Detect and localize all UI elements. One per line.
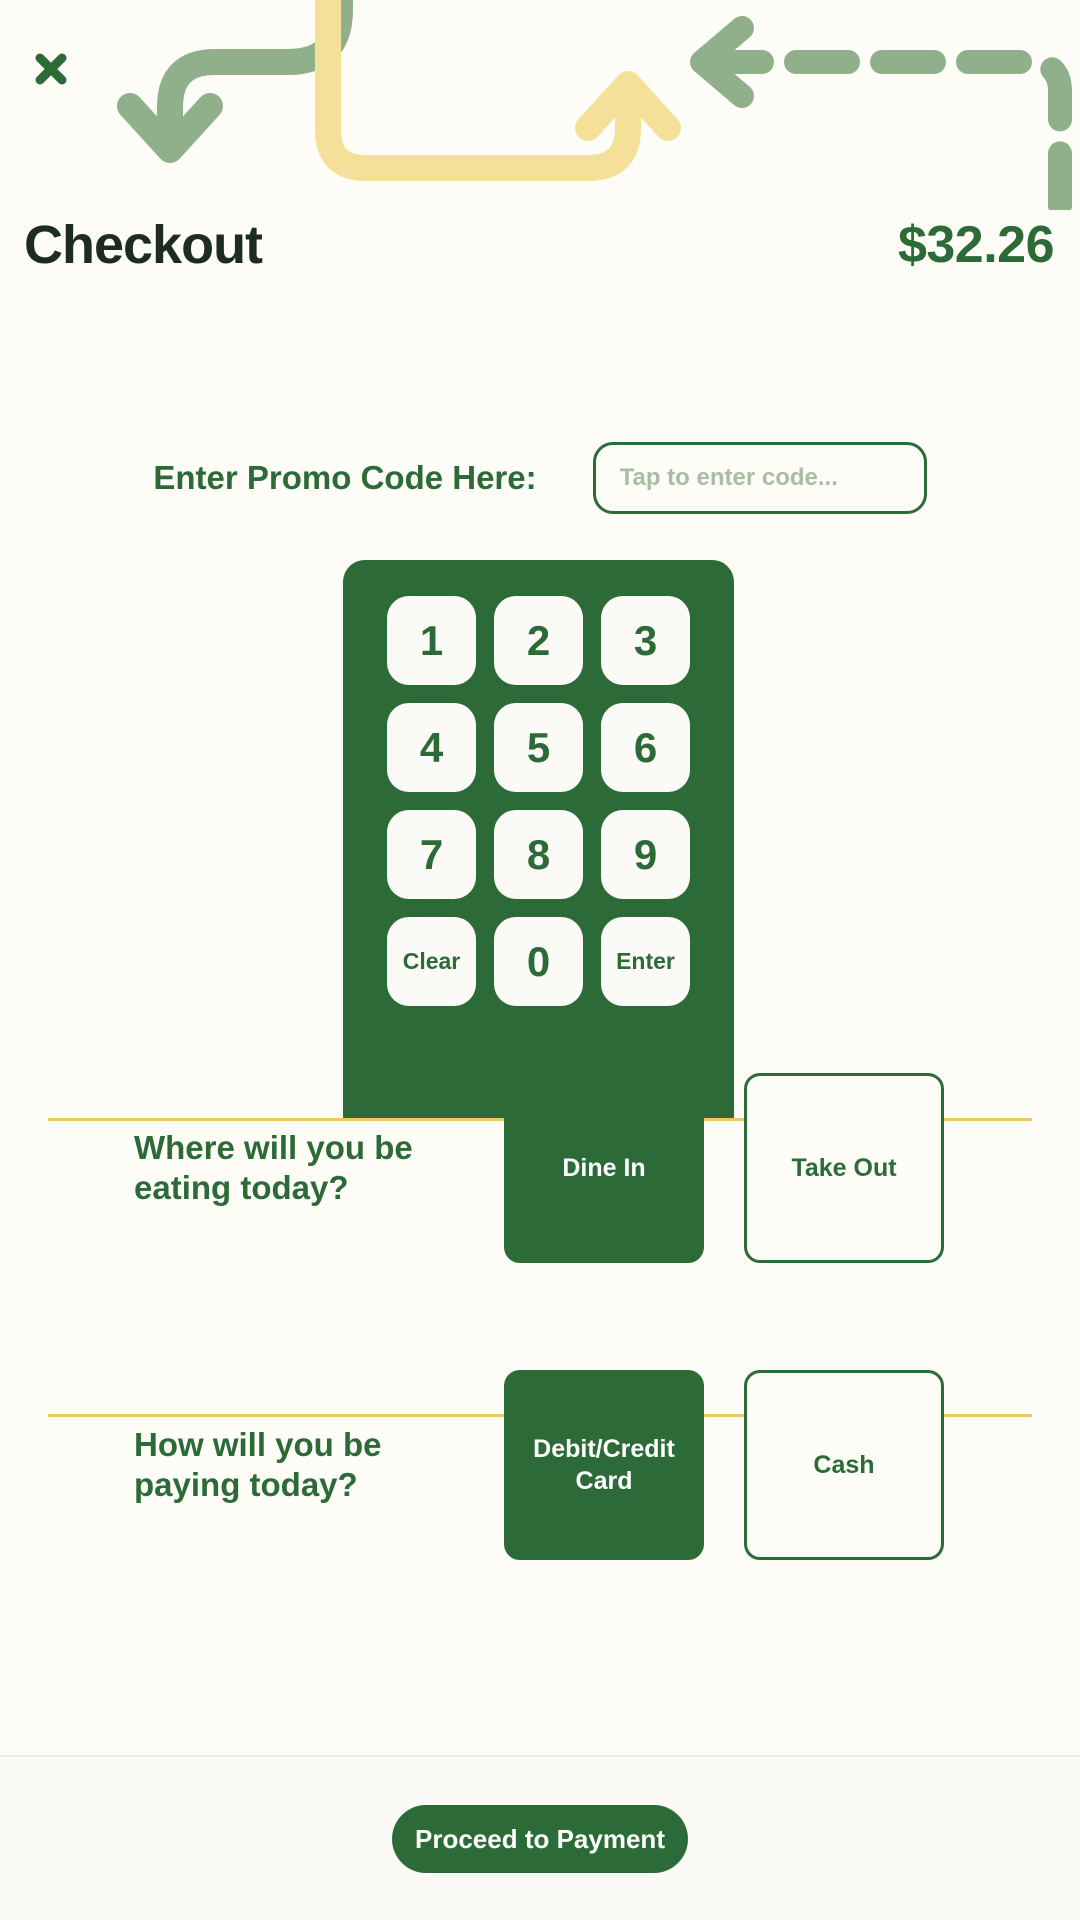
dining-location-question: Where will you be eating today? [134, 1128, 413, 1206]
promo-code-row: Enter Promo Code Here: [0, 425, 1080, 530]
close-x-icon [31, 49, 71, 89]
arrow-down-curved-icon [117, 0, 353, 163]
keypad-key-0[interactable]: 0 [494, 917, 583, 1006]
order-total: $32.26 [897, 216, 1055, 274]
proceed-to-payment-button[interactable]: Proceed to Payment [392, 1805, 688, 1873]
keypad-row: 1 2 3 [387, 596, 690, 685]
take-out-button[interactable]: Take Out [744, 1073, 944, 1263]
page-title: Checkout [24, 215, 263, 275]
keypad-key-2[interactable]: 2 [494, 596, 583, 685]
numeric-keypad: 1 2 3 4 5 6 7 8 9 Clear 0 Enter [343, 560, 734, 1120]
keypad-row: 4 5 6 [387, 703, 690, 792]
keypad-row: Clear 0 Enter [387, 917, 690, 1006]
keypad-key-8[interactable]: 8 [494, 810, 583, 899]
footer-bar: Proceed to Payment [0, 1755, 1080, 1920]
keypad-row: 7 8 9 [387, 810, 690, 899]
keypad-key-9[interactable]: 9 [601, 810, 690, 899]
keypad-key-6[interactable]: 6 [601, 703, 690, 792]
keypad-key-5[interactable]: 5 [494, 703, 583, 792]
payment-method-options: Debit/Credit Card Cash [504, 1370, 944, 1560]
keypad-key-3[interactable]: 3 [601, 596, 690, 685]
keypad-key-clear[interactable]: Clear [387, 917, 476, 1006]
keypad-key-4[interactable]: 4 [387, 703, 476, 792]
promo-code-label: Enter Promo Code Here: [153, 458, 537, 496]
close-button[interactable] [20, 38, 82, 100]
page-header: Checkout $32.26 [0, 205, 1080, 285]
dining-location-section: Where will you be eating today? Dine In … [0, 1068, 1080, 1268]
dine-in-button[interactable]: Dine In [504, 1073, 704, 1263]
arrow-left-dashed-icon [690, 16, 1072, 210]
debit-credit-card-button[interactable]: Debit/Credit Card [504, 1370, 704, 1560]
dining-location-options: Dine In Take Out [504, 1073, 944, 1263]
arrow-up-curved-icon [315, 0, 681, 181]
decorative-arrow-band [0, 0, 1080, 210]
keypad-key-enter[interactable]: Enter [601, 917, 690, 1006]
keypad-key-1[interactable]: 1 [387, 596, 476, 685]
cash-button[interactable]: Cash [744, 1370, 944, 1560]
keypad-key-7[interactable]: 7 [387, 810, 476, 899]
promo-code-input[interactable] [592, 441, 927, 514]
payment-method-section: How will you be paying today? Debit/Cred… [0, 1365, 1080, 1565]
payment-method-question: How will you be paying today? [134, 1425, 382, 1503]
